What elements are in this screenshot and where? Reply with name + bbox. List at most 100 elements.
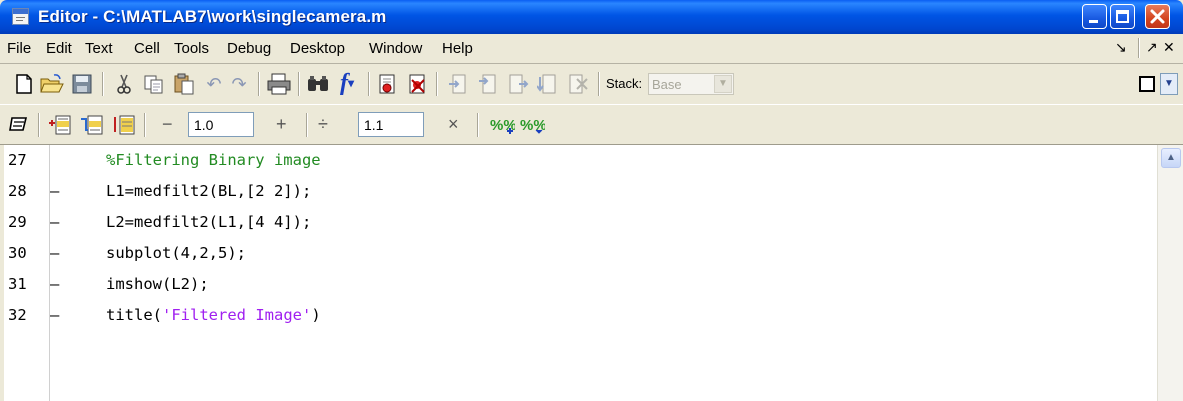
close-document-icon[interactable]: ✕ [1163,39,1175,56]
cell-toolbar: − + ÷ × %% %% [0,104,1183,145]
menu-edit[interactable]: Edit [46,40,72,57]
evaluate-entire-file-icon[interactable] [110,111,138,139]
breakpoint-marker[interactable]: – [50,213,59,231]
breakpoint-marker[interactable]: – [50,244,59,262]
step-out-icon[interactable] [504,70,532,98]
code-closing-paren: ) [311,306,321,324]
code-string-literal: 'Filtered Image' [162,306,312,324]
step-in-icon[interactable] [474,70,502,98]
line-number: 29 [8,213,27,231]
new-file-icon[interactable] [10,70,38,98]
close-icon [1150,9,1165,24]
window-title: Editor - C:\MATLAB7\work\singlecamera.m [38,7,387,26]
menu-help[interactable]: Help [442,40,473,57]
menu-bar: File Edit Text Cell Tools Debug Desktop … [0,34,1183,64]
code-text: L2=medfilt2(L1,[4 4]); [106,213,312,231]
redo-icon[interactable]: ↷ [225,70,253,98]
multiply-icon[interactable]: × [448,114,459,135]
breakpoint-marker[interactable]: – [50,306,59,324]
title-bar[interactable]: Editor - C:\MATLAB7\work\singlecamera.m [0,0,1183,34]
editor-app-icon[interactable] [12,8,29,25]
menu-text[interactable]: Text [85,40,113,57]
line-number: 32 [8,306,27,324]
open-file-icon[interactable] [38,70,66,98]
toolbar-separator [306,113,308,137]
stack-dropdown[interactable]: Base ▼ [648,73,734,95]
minimize-button[interactable] [1082,4,1107,29]
scroll-up-icon[interactable]: ▲ [1161,148,1181,168]
cut-icon[interactable] [110,70,138,98]
toolbar-separator [598,72,600,96]
line-number: 31 [8,275,27,293]
insert-cell-title-icon[interactable]: %% [488,111,516,139]
toolbar-separator [258,72,260,96]
menu-divider [0,63,1183,64]
toolbar-separator [368,72,370,96]
menu-desktop[interactable]: Desktop [290,40,345,57]
document-layout-icon[interactable] [1139,76,1155,92]
increment-value-field[interactable] [188,112,254,137]
scale-value-field[interactable] [358,112,424,137]
menu-separator [1138,38,1140,58]
close-button[interactable] [1145,4,1170,29]
set-breakpoint-icon[interactable] [374,70,402,98]
increment-icon[interactable]: + [276,114,287,135]
print-icon[interactable] [265,70,293,98]
maximize-button[interactable] [1110,4,1135,29]
code-text: title('Filtered Image') [106,306,321,324]
toolbar-separator [436,72,438,96]
code-text: L1=medfilt2(BL,[2 2]); [106,182,312,200]
menu-debug[interactable]: Debug [227,40,271,57]
continue-icon[interactable] [534,70,562,98]
paste-icon[interactable] [170,70,198,98]
line-number: 28 [8,182,27,200]
layout-dropdown-icon[interactable]: ▼ [1160,73,1178,95]
code-line[interactable]: 29 – L2=medfilt2(L1,[4 4]); [0,207,1150,238]
menu-tools[interactable]: Tools [174,40,209,57]
code-text: %Filtering Binary image [106,151,321,169]
code-line[interactable]: 31 – imshow(L2); [0,269,1150,300]
toolbar-separator [102,72,104,96]
copy-icon[interactable] [140,70,168,98]
code-line[interactable]: 32 – title('Filtered Image') [0,300,1150,331]
decrement-icon[interactable]: − [162,114,173,135]
toolbar-separator [38,113,40,137]
cell-mode-icon[interactable] [5,110,33,138]
evaluate-cell-icon[interactable] [46,111,74,139]
line-number: 30 [8,244,27,262]
toolbar-separator [298,72,300,96]
show-cell-titles-icon[interactable]: %% [518,111,546,139]
save-icon[interactable] [68,70,96,98]
toolbar-separator [477,113,479,137]
breakpoint-marker[interactable]: – [50,275,59,293]
function-browser-icon[interactable]: f ▾ [333,69,361,97]
undock-editor-icon[interactable]: ↗ [1146,39,1158,56]
chevron-down-icon: ▼ [714,75,732,93]
code-text: imshow(L2); [106,275,209,293]
clear-breakpoints-icon[interactable] [404,70,432,98]
code-line[interactable]: 28 – L1=medfilt2(BL,[2 2]); [0,176,1150,207]
code-text: subplot(4,2,5); [106,244,246,262]
menu-file[interactable]: File [7,40,31,57]
find-binoculars-icon[interactable] [304,70,332,98]
stack-value: Base [652,77,682,92]
editor-toolbar: ↶ ↷ f ▾ Stack: Base ▼ ▼ [0,65,1183,103]
step-icon[interactable] [444,70,472,98]
evaluate-advance-icon[interactable] [78,111,106,139]
code-line[interactable]: 27 %Filtering Binary image [0,145,1150,176]
dock-editor-icon[interactable]: ↘ [1115,39,1127,56]
divide-icon[interactable]: ÷ [318,114,328,135]
breakpoint-marker[interactable]: – [50,182,59,200]
code-function-call: title( [106,306,162,324]
menu-cell[interactable]: Cell [134,40,160,57]
code-editor[interactable]: 27 %Filtering Binary image 28 – L1=medfi… [0,144,1183,401]
menu-window[interactable]: Window [369,40,422,57]
toolbar-separator [144,113,146,137]
vertical-scrollbar[interactable]: ▲ [1157,145,1183,401]
stack-label: Stack: [606,76,643,91]
exit-debug-icon[interactable] [564,70,592,98]
line-number: 27 [8,151,27,169]
undo-icon[interactable]: ↶ [200,70,228,98]
matlab-editor-window: Editor - C:\MATLAB7\work\singlecamera.m … [0,0,1183,401]
code-line[interactable]: 30 – subplot(4,2,5); [0,238,1150,269]
